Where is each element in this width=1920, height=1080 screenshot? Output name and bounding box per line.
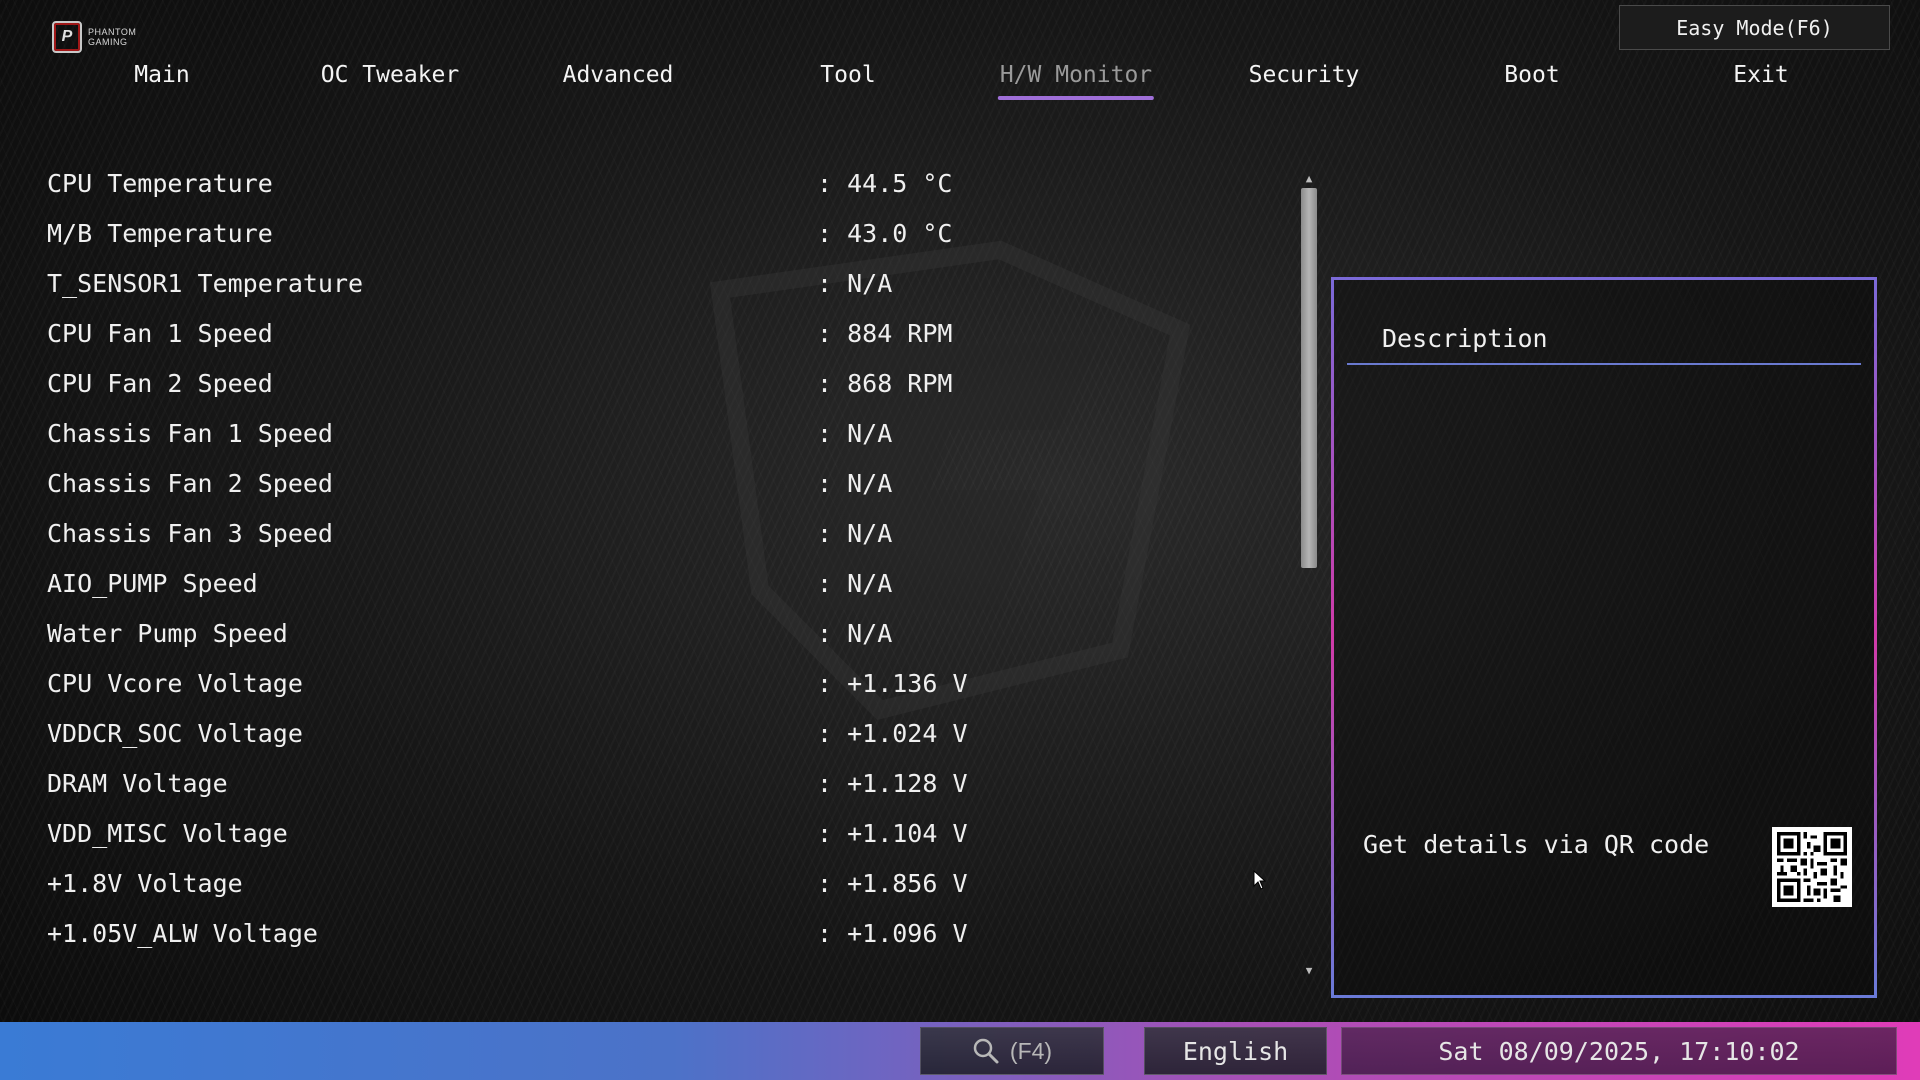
phantom-gaming-logo: P PHANTOM GAMING — [52, 20, 172, 54]
qr-details-text: Get details via QR code — [1363, 830, 1710, 859]
list-item[interactable]: AIO_PUMP Speed : N/A — [47, 558, 947, 608]
bottom-status-bar: (F4) English Sat 08/09/2025, 17:10:02 — [0, 1022, 1920, 1080]
list-scrollbar[interactable]: ▲ ▼ — [1300, 172, 1318, 978]
tab-boot[interactable]: Boot — [1500, 58, 1563, 102]
logo-text: PHANTOM GAMING — [88, 27, 136, 47]
main-tab-bar: Main OC Tweaker Advanced Tool H/W Monito… — [0, 58, 1920, 106]
item-label: DRAM Voltage — [47, 768, 228, 798]
item-label: M/B Temperature — [47, 218, 273, 248]
list-item[interactable]: T_SENSOR1 Temperature : N/A — [47, 258, 947, 308]
datetime-display: Sat 08/09/2025, 17:10:02 — [1341, 1027, 1897, 1075]
item-value: : +1.104 V — [817, 818, 968, 848]
item-label: +1.05V_ALW Voltage — [47, 918, 318, 948]
logo-line-2: GAMING — [88, 37, 128, 47]
hw-monitor-list: CPU Temperature : 44.5 °C M/B Temperature… — [47, 158, 968, 958]
tab-tool[interactable]: Tool — [816, 58, 879, 102]
item-value: : +1.024 V — [817, 718, 968, 748]
item-value: : N/A — [817, 268, 893, 298]
item-value: : N/A — [817, 518, 893, 548]
list-item[interactable]: Chassis Fan 3 Speed : N/A — [47, 508, 947, 558]
list-item[interactable]: CPU Fan 2 Speed : 868 RPM — [47, 358, 952, 408]
item-label: VDDCR_SOC Voltage — [47, 718, 303, 748]
list-item[interactable]: +1.8V Voltage : +1.856 V — [47, 858, 968, 908]
tab-exit[interactable]: Exit — [1729, 58, 1792, 102]
scrollbar-thumb[interactable] — [1301, 188, 1317, 568]
mouse-cursor-icon — [1253, 870, 1267, 890]
item-label: CPU Vcore Voltage — [47, 668, 303, 698]
item-label: Water Pump Speed — [47, 618, 288, 648]
language-button[interactable]: English — [1144, 1027, 1327, 1075]
item-label: Chassis Fan 1 Speed — [47, 418, 333, 448]
item-value: : N/A — [817, 568, 893, 598]
search-button[interactable]: (F4) — [920, 1027, 1104, 1075]
list-item[interactable]: Chassis Fan 1 Speed : N/A — [47, 408, 947, 458]
scroll-down-arrow-icon[interactable]: ▼ — [1302, 964, 1316, 978]
search-shortcut-label: (F4) — [1009, 1037, 1053, 1064]
item-value: : N/A — [817, 418, 893, 448]
item-label: VDD_MISC Voltage — [47, 818, 288, 848]
item-label: CPU Fan 1 Speed — [47, 318, 273, 348]
item-label: CPU Fan 2 Speed — [47, 368, 273, 398]
tab-advanced[interactable]: Advanced — [559, 58, 678, 102]
item-value: : +1.128 V — [817, 768, 968, 798]
item-label: CPU Temperature — [47, 168, 273, 198]
list-item[interactable]: VDDCR_SOC Voltage : +1.024 V — [47, 708, 968, 758]
list-item[interactable]: VDD_MISC Voltage : +1.104 V — [47, 808, 968, 858]
item-value: : +1.856 V — [817, 868, 968, 898]
item-label: AIO_PUMP Speed — [47, 568, 258, 598]
item-label: Chassis Fan 3 Speed — [47, 518, 333, 548]
list-item[interactable]: M/B Temperature : 43.0 °C — [47, 208, 952, 258]
list-item[interactable]: Water Pump Speed : N/A — [47, 608, 947, 658]
item-value: : N/A — [817, 468, 893, 498]
list-item[interactable]: DRAM Voltage : +1.128 V — [47, 758, 968, 808]
list-item[interactable]: +1.05V_ALW Voltage : +1.096 V — [47, 908, 968, 958]
logo-line-1: PHANTOM — [88, 27, 137, 37]
item-value: : 868 RPM — [817, 368, 953, 398]
item-label: Chassis Fan 2 Speed — [47, 468, 333, 498]
search-icon — [973, 1038, 999, 1064]
tab-main[interactable]: Main — [130, 58, 193, 102]
item-value: : 884 RPM — [817, 318, 953, 348]
tab-hw-monitor[interactable]: H/W Monitor — [996, 58, 1156, 102]
description-divider — [1347, 363, 1861, 365]
item-value: : +1.096 V — [817, 918, 968, 948]
easy-mode-button[interactable]: Easy Mode(F6) — [1619, 5, 1890, 50]
list-item[interactable]: Chassis Fan 2 Speed : N/A — [47, 458, 947, 508]
item-value: : N/A — [817, 618, 893, 648]
description-panel: Description Get details via QR code — [1331, 277, 1877, 998]
list-item[interactable]: CPU Fan 1 Speed : 884 RPM — [47, 308, 952, 358]
qr-code-icon — [1772, 827, 1852, 907]
list-item[interactable]: CPU Vcore Voltage : +1.136 V — [47, 658, 968, 708]
scroll-up-arrow-icon[interactable]: ▲ — [1302, 172, 1316, 186]
item-label: T_SENSOR1 Temperature — [47, 268, 364, 298]
description-title: Description — [1382, 324, 1548, 353]
item-value: : +1.136 V — [817, 668, 968, 698]
list-item[interactable]: CPU Temperature : 44.5 °C — [47, 158, 952, 208]
item-value: : 43.0 °C — [817, 218, 953, 248]
item-label: +1.8V Voltage — [47, 868, 243, 898]
tab-security[interactable]: Security — [1245, 58, 1364, 102]
logo-mark-icon: P — [52, 21, 82, 53]
item-value: : 44.5 °C — [817, 168, 953, 198]
tab-oc-tweaker[interactable]: OC Tweaker — [317, 58, 463, 102]
